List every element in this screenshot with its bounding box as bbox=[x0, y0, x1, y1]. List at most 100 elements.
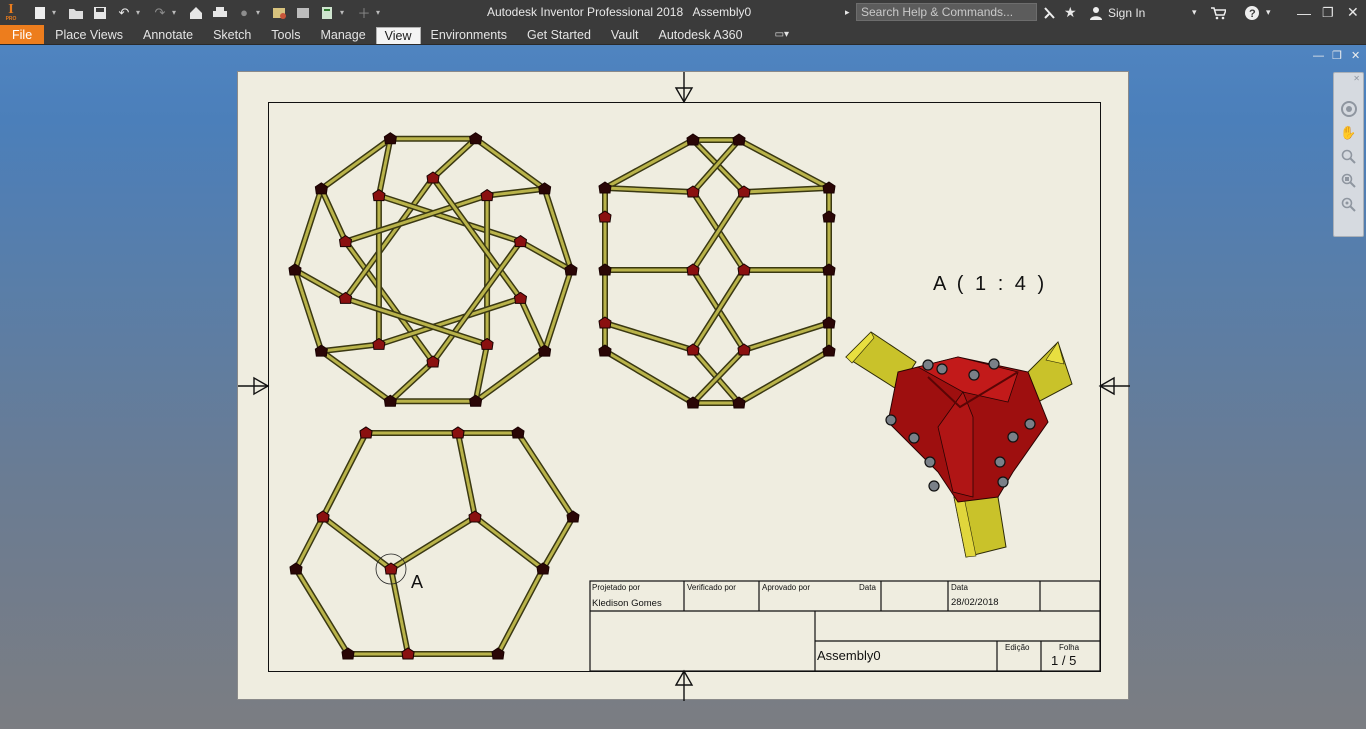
communication-center-icon[interactable] bbox=[1042, 3, 1056, 22]
svg-text:?: ? bbox=[1249, 8, 1256, 20]
tube bbox=[294, 568, 350, 655]
tube bbox=[294, 516, 325, 570]
data-label-approved: Data bbox=[859, 583, 876, 592]
parameters-icon[interactable] bbox=[318, 3, 338, 23]
logo-badge: PRO bbox=[5, 15, 17, 22]
close-window-icon[interactable]: ✕ bbox=[1347, 3, 1359, 22]
appearance-icon[interactable] bbox=[270, 3, 290, 23]
doc-minimize-icon[interactable]: — bbox=[1313, 50, 1324, 62]
material-dropdown-icon[interactable]: ▾ bbox=[256, 8, 264, 17]
detail-joint-3d bbox=[845, 331, 1073, 558]
tube bbox=[320, 349, 392, 403]
search-help-input[interactable] bbox=[856, 3, 1037, 21]
minimize-window-icon[interactable]: — bbox=[1297, 3, 1311, 22]
measure-cross-icon[interactable]: ＋ bbox=[354, 3, 374, 23]
tab-view[interactable]: View bbox=[375, 27, 421, 44]
doc-close-icon[interactable]: ✕ bbox=[1351, 49, 1360, 62]
favorites-star-icon[interactable]: ★ bbox=[1064, 3, 1077, 22]
open-folder-icon[interactable] bbox=[66, 3, 86, 23]
new-dropdown-icon[interactable]: ▾ bbox=[52, 8, 60, 17]
document-name: Assembly0 bbox=[692, 5, 752, 19]
help-dropdown-icon[interactable]: ▾ bbox=[1266, 3, 1271, 22]
parameters-dropdown-icon[interactable]: ▾ bbox=[340, 8, 348, 17]
tube bbox=[322, 515, 392, 571]
material-sphere-icon[interactable]: ● bbox=[234, 3, 254, 23]
tab-vault[interactable]: Vault bbox=[601, 25, 649, 44]
tab-tools[interactable]: Tools bbox=[261, 25, 310, 44]
tube bbox=[738, 138, 830, 190]
home-icon[interactable] bbox=[186, 3, 206, 23]
sign-in-label: Sign In bbox=[1108, 5, 1146, 20]
sign-in-button[interactable]: Sign In bbox=[1089, 3, 1145, 22]
redo-dropdown-icon[interactable]: ▾ bbox=[172, 8, 180, 17]
pan-hand-icon[interactable]: ✋ bbox=[1334, 121, 1363, 145]
tab-get-started[interactable]: Get Started bbox=[517, 25, 601, 44]
tab-autodesk-a360[interactable]: Autodesk A360 bbox=[648, 25, 752, 44]
tab-environments[interactable]: Environments bbox=[421, 25, 517, 44]
tube bbox=[743, 321, 830, 352]
data-label: Data bbox=[951, 583, 968, 592]
redo-icon[interactable]: ↷ bbox=[150, 3, 170, 23]
joint bbox=[480, 188, 494, 202]
quick-access-toolbar: ▾ ↶ ▾ ↷ ▾ ● ▾ ▾ ＋ ▾ bbox=[22, 0, 388, 25]
joint bbox=[468, 510, 482, 523]
help-icon[interactable]: ? bbox=[1244, 3, 1260, 22]
joint bbox=[451, 426, 465, 439]
doc-restore-icon[interactable]: ❐ bbox=[1332, 49, 1342, 62]
tube bbox=[516, 432, 575, 518]
tube bbox=[738, 349, 830, 405]
save-icon[interactable] bbox=[90, 3, 110, 23]
joint bbox=[822, 316, 836, 329]
tab-file[interactable]: File bbox=[0, 25, 45, 44]
ribbon-tab-bar: File Place Views Annotate Sketch Tools M… bbox=[0, 25, 1366, 45]
tab-place-views[interactable]: Place Views bbox=[45, 25, 133, 44]
tab-sketch[interactable]: Sketch bbox=[203, 25, 261, 44]
ribbon-options-icon[interactable]: ▭▾ bbox=[753, 25, 793, 44]
tube bbox=[319, 188, 347, 243]
tube bbox=[604, 321, 694, 352]
joint bbox=[469, 132, 483, 145]
joint bbox=[511, 426, 525, 439]
print-icon[interactable] bbox=[210, 3, 230, 23]
tube bbox=[456, 432, 477, 518]
tube bbox=[604, 138, 694, 190]
drawing-title: Assembly0 bbox=[817, 648, 881, 663]
joint bbox=[822, 263, 836, 276]
joint bbox=[401, 647, 415, 660]
cart-icon[interactable] bbox=[1210, 3, 1226, 22]
undo-icon[interactable]: ↶ bbox=[114, 3, 134, 23]
navigation-bar: ✕ ✋ bbox=[1333, 72, 1364, 237]
zoom-all-icon[interactable] bbox=[1334, 169, 1363, 193]
tab-annotate[interactable]: Annotate bbox=[133, 25, 203, 44]
title-bar: I PRO ▾ ↶ ▾ ↷ ▾ ● ▾ ▾ ＋ ▾ Autodesk Inven… bbox=[0, 0, 1366, 25]
detail-view-label: A ( 1 : 4 ) bbox=[933, 273, 1048, 295]
restore-window-icon[interactable]: ❐ bbox=[1322, 3, 1334, 22]
tab-manage[interactable]: Manage bbox=[310, 25, 375, 44]
inventor-logo[interactable]: I PRO bbox=[0, 0, 22, 25]
date-value: 28/02/2018 bbox=[951, 597, 999, 608]
edicao-label: Edição bbox=[1005, 643, 1030, 652]
zoom-icon[interactable] bbox=[1334, 145, 1363, 169]
drawing-sheet[interactable]: A ( 1 : 4 ) A Projetado por Kledison Gom… bbox=[237, 71, 1130, 701]
joint bbox=[598, 344, 612, 357]
customize-dropdown-icon[interactable]: ▾ bbox=[376, 8, 384, 17]
tube bbox=[389, 360, 435, 403]
tube bbox=[519, 297, 547, 352]
new-file-icon[interactable] bbox=[30, 3, 50, 23]
tube bbox=[496, 568, 545, 655]
sign-in-dropdown-icon[interactable]: ▾ bbox=[1192, 3, 1197, 22]
folha-label: Folha bbox=[1059, 643, 1080, 652]
app-name: Autodesk Inventor Professional 2018 bbox=[487, 5, 684, 19]
joint bbox=[732, 133, 746, 146]
navbar-close-icon[interactable]: ✕ bbox=[1334, 73, 1363, 83]
aprovado-por-label: Aprovado por bbox=[762, 583, 811, 592]
user-icon bbox=[1090, 6, 1102, 20]
verificado-por-label: Verificado por bbox=[687, 583, 736, 592]
undo-dropdown-icon[interactable]: ▾ bbox=[136, 8, 144, 17]
steering-wheel-icon[interactable] bbox=[1334, 97, 1363, 121]
search-expand-icon[interactable]: ▸ bbox=[845, 3, 850, 22]
tube bbox=[293, 188, 323, 271]
clear-appearance-icon[interactable] bbox=[294, 3, 314, 23]
zoom-window-icon[interactable] bbox=[1334, 193, 1363, 217]
tube bbox=[604, 349, 694, 405]
